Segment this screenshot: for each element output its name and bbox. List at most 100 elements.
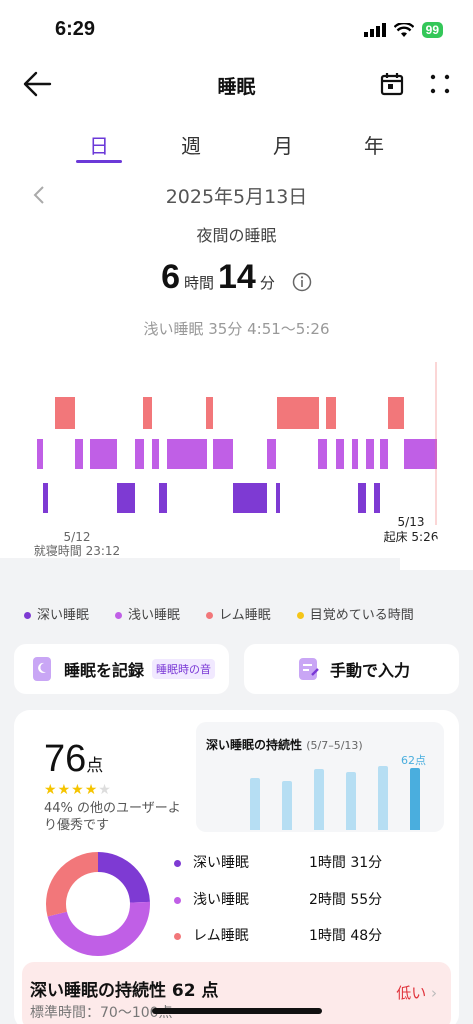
total-hours: 6 bbox=[161, 258, 180, 296]
more-button[interactable] bbox=[429, 73, 451, 99]
chevron-right-icon: › bbox=[431, 984, 437, 1002]
start-date-label: 5/12 bbox=[64, 530, 91, 544]
legend-dot bbox=[24, 612, 31, 619]
score-unit: 点 bbox=[86, 756, 104, 776]
prev-date-button[interactable] bbox=[32, 184, 46, 210]
sleep-score-card[interactable]: 76点 ★★★★★ 44% の他のユーザーより優秀です 深い睡眠の持続性 (5/… bbox=[14, 710, 459, 1024]
mini-bar bbox=[378, 766, 388, 830]
donut-slice bbox=[97, 852, 150, 904]
record-sleep-button[interactable]: 睡眠を記録 睡眠時の音 bbox=[14, 644, 229, 694]
sleep-stage-chart[interactable]: 5/12 就寝時間 23:12 5/13 起床 5:26 bbox=[0, 360, 473, 570]
tab-day[interactable]: 日 bbox=[74, 130, 124, 159]
row-value: 1時間 31分 bbox=[309, 855, 383, 871]
moon-phone-icon bbox=[33, 657, 51, 681]
mini-bar bbox=[314, 769, 324, 830]
period-tabs: 日 週 月 年 bbox=[0, 126, 473, 166]
row-dot bbox=[174, 859, 181, 867]
alert-subtitle: 標準時間：70〜100点 bbox=[30, 1005, 173, 1021]
info-icon bbox=[292, 272, 312, 291]
stage-row-deep: 深い睡眠 1時間 31分 bbox=[174, 852, 382, 872]
legend-light: 浅い睡眠 bbox=[115, 604, 180, 623]
star-icon: ★ bbox=[44, 782, 58, 798]
rem-segments bbox=[55, 397, 404, 429]
mini-bar bbox=[346, 772, 356, 830]
info-button[interactable] bbox=[292, 272, 312, 296]
bedtime-label: 就寝時間 23:12 bbox=[34, 543, 120, 558]
nav-header: 睡眠 bbox=[0, 62, 473, 108]
mini-last-value: 62点 bbox=[401, 754, 426, 767]
donut-slice bbox=[46, 852, 99, 917]
stage-legend: 深い睡眠 浅い睡眠 レム睡眠 目覚めている時間 bbox=[24, 604, 461, 623]
legend-label: 浅い睡眠 bbox=[128, 608, 181, 623]
star-rating: ★★★★★ bbox=[44, 782, 112, 798]
battery-icon: 99 bbox=[421, 22, 443, 38]
tab-week[interactable]: 週 bbox=[166, 130, 216, 159]
alert-status-label: 低い bbox=[396, 984, 427, 1002]
mini-chart-title: 深い睡眠の持続性 (5/7–5/13) bbox=[206, 736, 363, 753]
legend-label: レム睡眠 bbox=[219, 608, 271, 623]
wifi-icon bbox=[393, 22, 414, 37]
minutes-unit: 分 bbox=[259, 274, 275, 292]
star-empty-icon: ★ bbox=[98, 782, 112, 798]
legend-rem: レム睡眠 bbox=[206, 604, 271, 623]
stage-row-rem: レム睡眠 1時間 48分 bbox=[174, 925, 382, 945]
star-icon: ★ bbox=[57, 782, 72, 798]
total-minutes: 14 bbox=[218, 258, 256, 296]
donut-slice bbox=[47, 901, 150, 956]
manual-entry-button[interactable]: 手動で入力 bbox=[244, 644, 459, 694]
mini-bar bbox=[410, 768, 420, 830]
row-value: 1時間 48分 bbox=[309, 928, 383, 944]
calendar-icon bbox=[380, 73, 404, 96]
sleep-score: 76点 bbox=[44, 738, 103, 781]
tab-year[interactable]: 年 bbox=[349, 130, 399, 159]
date-navigator: 2025年5月13日 bbox=[0, 182, 473, 209]
deep-segments bbox=[43, 483, 380, 513]
row-dot bbox=[174, 932, 181, 940]
section-label: 夜間の睡眠 bbox=[196, 226, 277, 245]
chart-handle[interactable] bbox=[426, 550, 446, 570]
row-label: 深い睡眠 bbox=[193, 855, 249, 871]
row-value: 2時間 55分 bbox=[309, 892, 383, 908]
star-icon: ★ bbox=[84, 782, 99, 798]
legend-dot bbox=[296, 612, 304, 619]
total-sleep: 6 時間 14 分 bbox=[0, 258, 473, 297]
selection-info: 浅い睡眠 35分 4:51〜5:26 bbox=[143, 320, 330, 338]
row-label: レム睡眠 bbox=[193, 928, 249, 944]
tab-indicator bbox=[76, 160, 122, 163]
legend-awake: 目覚めている時間 bbox=[296, 604, 414, 623]
stage-row-light: 浅い睡眠 2時間 55分 bbox=[174, 889, 382, 909]
manual-entry-label: 手動で入力 bbox=[330, 661, 411, 680]
deep-sleep-continuity-chart[interactable]: 深い睡眠の持続性 (5/7–5/13) 62点 bbox=[196, 722, 444, 832]
wake-time-label: 起床 5:26 bbox=[384, 530, 439, 544]
current-date: 2025年5月13日 bbox=[165, 186, 308, 208]
mini-bar bbox=[250, 778, 260, 830]
continuity-alert[interactable]: 深い睡眠の持続性 62 点 標準時間：70〜100点 低い › bbox=[22, 962, 451, 1024]
status-icons: 99 bbox=[363, 22, 443, 38]
alert-title: 深い睡眠の持続性 62 点 bbox=[30, 981, 219, 1001]
light-segments bbox=[37, 439, 437, 469]
row-dot bbox=[174, 896, 181, 904]
edit-note-icon bbox=[299, 658, 319, 680]
legend-deep: 深い睡眠 bbox=[24, 604, 89, 623]
legend-dot bbox=[115, 612, 123, 619]
end-date-label: 5/13 bbox=[398, 515, 425, 529]
donut-arcs bbox=[46, 852, 150, 956]
stage-donut bbox=[46, 852, 150, 956]
legend-dot bbox=[206, 612, 214, 619]
hours-unit: 時間 bbox=[183, 274, 214, 292]
record-sleep-label: 睡眠を記録 bbox=[64, 661, 145, 680]
percentile-text: 44% の他のユーザーより優秀です bbox=[44, 801, 181, 833]
score-value: 76 bbox=[44, 738, 87, 780]
signal-icon bbox=[363, 23, 386, 37]
legend-label: 深い睡眠 bbox=[37, 608, 90, 623]
legend-label: 目覚めている時間 bbox=[309, 608, 414, 623]
tab-month[interactable]: 月 bbox=[258, 130, 308, 159]
home-indicator bbox=[152, 1008, 322, 1014]
mini-title-text: 深い睡眠の持続性 bbox=[206, 738, 303, 752]
dots-grid-icon bbox=[430, 74, 450, 94]
clock: 6:29 bbox=[55, 18, 96, 40]
status-bar: 6:29 99 bbox=[0, 0, 473, 60]
star-icon: ★ bbox=[71, 782, 85, 798]
calendar-button[interactable] bbox=[379, 71, 405, 101]
sleep-sound-tag[interactable]: 睡眠時の音 bbox=[152, 659, 216, 679]
